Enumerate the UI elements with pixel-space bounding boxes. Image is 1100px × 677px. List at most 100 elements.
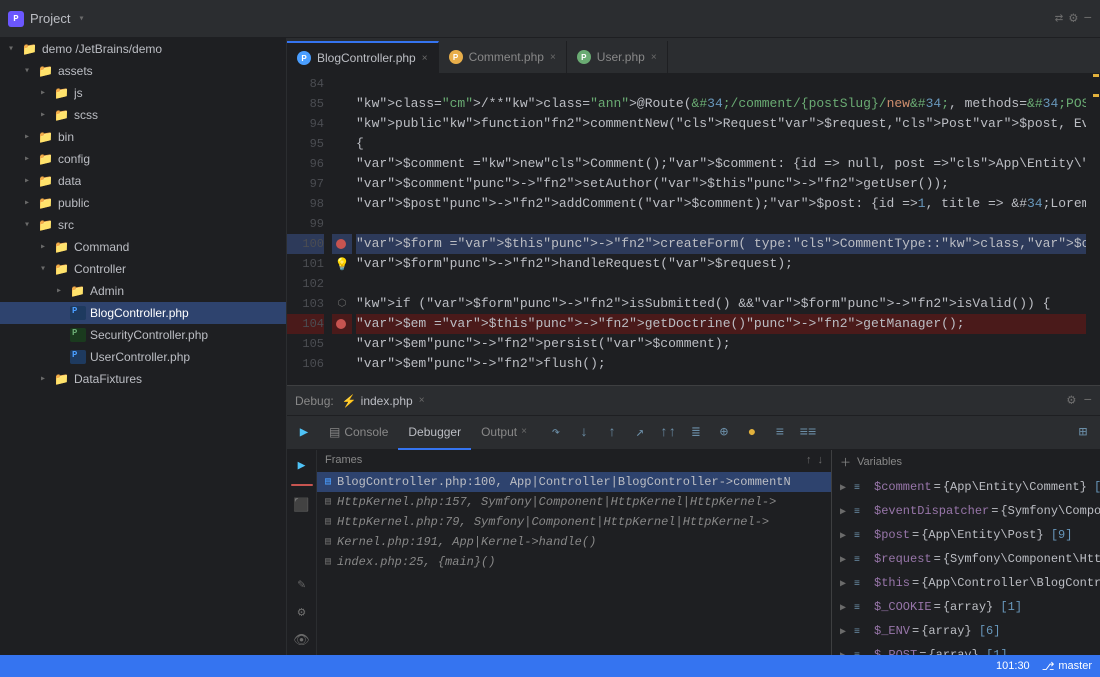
var-item-7[interactable]: ▶ ≡ $_POST = {array} [1] — [832, 644, 1100, 655]
status-line-col[interactable]: 101:30 — [996, 660, 1030, 672]
line-number-95: 95 — [287, 134, 324, 154]
var-item-0[interactable]: ▶ ≡ $comment = {App\Entity\Comment} [5] — [832, 476, 1100, 500]
frames-title: Frames — [325, 454, 362, 466]
sidebar-item-6[interactable]: ▸ 📁 data — [0, 170, 286, 192]
arrow-icon: ▸ — [24, 175, 38, 187]
tab-close-comment[interactable]: × — [550, 52, 556, 63]
gutter-icon-103: ⬡ — [338, 298, 347, 310]
line-number-94: 94 — [287, 114, 324, 134]
debug-play-btn[interactable]: ▶ — [291, 420, 317, 446]
var-item-1[interactable]: ▶ ≡ $eventDispatcher = {Symfony\Componen… — [832, 500, 1100, 524]
var-arrow-5[interactable]: ▶ — [840, 600, 854, 618]
all-breakpoints-icon[interactable]: ≡≡ — [795, 420, 821, 446]
sidebar-item-3[interactable]: ▸ 📁 scss — [0, 104, 286, 126]
var-item-4[interactable]: ▶ ≡ $this = {App\Controller\BlogControll… — [832, 572, 1100, 596]
frames-up-icon[interactable]: ↑ — [806, 454, 812, 466]
breakpoint-dot-100[interactable] — [336, 239, 346, 249]
tab-user[interactable]: P User.php × — [567, 41, 668, 73]
gutter: 💡⬡ — [332, 74, 352, 385]
split-icon[interactable]: ⇄ — [1055, 10, 1063, 27]
code-line-95: { — [356, 134, 1086, 154]
tab-close-blog[interactable]: × — [422, 53, 428, 64]
code-line-85: "kw">class="cm">/** "kw">class="ann">@Ro… — [356, 94, 1086, 114]
tab-output[interactable]: Output × — [471, 416, 537, 450]
tab-console[interactable]: ▤ Console — [319, 416, 398, 450]
debug-gear-btn[interactable]: ⚙ — [291, 601, 313, 623]
var-name-4: $this — [874, 574, 910, 592]
sidebar-item-12[interactable]: P BlogController.php — [0, 302, 286, 324]
tab-debugger[interactable]: Debugger — [398, 416, 471, 450]
var-arrow-6[interactable]: ▶ — [840, 624, 854, 642]
sidebar-item-13[interactable]: P SecurityController.php — [0, 324, 286, 346]
watch-icon[interactable]: ● — [739, 420, 765, 446]
status-branch[interactable]: ⎇ master — [1042, 660, 1092, 673]
debug-mute-btn[interactable]: ⬛ — [291, 494, 313, 516]
sidebar-item-2[interactable]: ▸ 📁 js — [0, 82, 286, 104]
frame-item-3[interactable]: ▤ Kernel.php:191, App|Kernel->handle() — [317, 532, 831, 552]
line-col-text: 101:30 — [996, 660, 1030, 672]
sidebar-item-10[interactable]: ▾ 📁 Controller — [0, 258, 286, 280]
frame-item-2[interactable]: ▤ HttpKernel.php:79, Symfony|Component|H… — [317, 512, 831, 532]
code-editor[interactable]: 8485949596979899100101102103104105106 💡⬡… — [287, 74, 1100, 385]
step-up-icon[interactable]: ↑↑ — [655, 420, 681, 446]
var-item-5[interactable]: ▶ ≡ $_COOKIE = {array} [1] — [832, 596, 1100, 620]
debug-edit-btn[interactable]: ✎ — [291, 573, 313, 595]
debug-settings-icon[interactable]: ⚙ — [1067, 392, 1075, 409]
sidebar-item-0[interactable]: ▾ 📁 demo /JetBrains/demo — [0, 38, 286, 60]
var-arrow-3[interactable]: ▶ — [840, 552, 854, 570]
settings-icon[interactable]: ⚙ — [1069, 10, 1077, 27]
arrow-icon: ▸ — [40, 373, 54, 385]
debug-file-tab[interactable]: ⚡ index.php × — [342, 394, 425, 408]
sidebar-item-7[interactable]: ▸ 📁 public — [0, 192, 286, 214]
var-arrow-2[interactable]: ▶ — [840, 528, 854, 546]
frame-item-1[interactable]: ▤ HttpKernel.php:157, Symfony|Component|… — [317, 492, 831, 512]
project-dropdown-arrow[interactable]: ▾ — [78, 13, 84, 25]
sidebar-item-1[interactable]: ▾ 📁 assets — [0, 60, 286, 82]
minimize-icon[interactable]: − — [1084, 11, 1092, 27]
breakpoints-icon[interactable]: ≡ — [767, 420, 793, 446]
debug-file-close[interactable]: × — [419, 395, 425, 406]
var-item-2[interactable]: ▶ ≡ $post = {App\Entity\Post} [9] — [832, 524, 1100, 548]
sidebar: ▾ 📁 demo /JetBrains/demo ▾ 📁 assets ▸ 📁 … — [0, 38, 287, 655]
tab-close-user[interactable]: × — [651, 52, 657, 63]
tab-output-close[interactable]: × — [521, 426, 527, 437]
frames-down-icon[interactable]: ↓ — [818, 454, 824, 466]
debug-minimize-icon[interactable]: − — [1084, 393, 1092, 409]
sidebar-item-9[interactable]: ▸ 📁 Command — [0, 236, 286, 258]
frame-item-0[interactable]: ▤ BlogController.php:100, App|Controller… — [317, 472, 831, 492]
folder-icon: 📁 — [38, 130, 54, 144]
var-item-3[interactable]: ▶ ≡ $request = {Symfony\Component\HttpFo… — [832, 548, 1100, 572]
variables-icon[interactable]: ⊕ — [711, 420, 737, 446]
step-over-icon[interactable]: ↷ — [543, 420, 569, 446]
sidebar-item-11[interactable]: ▸ 📁 Admin — [0, 280, 286, 302]
var-arrow-4[interactable]: ▶ — [840, 576, 854, 594]
frames-icon[interactable]: ≣ — [683, 420, 709, 446]
var-item-6[interactable]: ▶ ≡ $_ENV = {array} [6] — [832, 620, 1100, 644]
code-content[interactable]: "kw">class="cm">/** "kw">class="ann">@Ro… — [352, 74, 1086, 385]
sidebar-item-label: Admin — [90, 284, 124, 298]
tab-blog[interactable]: P BlogController.php × — [287, 41, 439, 73]
run-to-cursor-icon[interactable]: ↗ — [627, 420, 653, 446]
debug-nav-tabs: ▤ Console Debugger Output × — [319, 416, 537, 450]
gutter-item-103: ⬡ — [332, 294, 352, 314]
sidebar-item-4[interactable]: ▸ 📁 bin — [0, 126, 286, 148]
variables-add-icon[interactable]: ＋ — [840, 454, 851, 470]
sidebar-item-15[interactable]: ▸ 📁 DataFixtures — [0, 368, 286, 390]
project-icon: P — [8, 11, 24, 27]
step-into-icon[interactable]: ↓ — [571, 420, 597, 446]
var-arrow-7[interactable]: ▶ — [840, 648, 854, 655]
sidebar-item-8[interactable]: ▾ 📁 src — [0, 214, 286, 236]
breakpoint-dot-104[interactable] — [336, 319, 346, 329]
tab-comment[interactable]: P Comment.php × — [439, 41, 567, 73]
debug-run-btn[interactable]: ▶ — [291, 454, 313, 476]
frame-item-4[interactable]: ▤ index.php:25, {main}() — [317, 552, 831, 572]
tab-label-comment: Comment.php — [469, 50, 544, 64]
sidebar-item-5[interactable]: ▸ 📁 config — [0, 148, 286, 170]
step-out-icon[interactable]: ↑ — [599, 420, 625, 446]
var-arrow-0[interactable]: ▶ — [840, 480, 854, 498]
cameras-icon[interactable]: ⊞ — [1070, 420, 1096, 446]
bulb-icon-101[interactable]: 💡 — [335, 257, 350, 272]
var-arrow-1[interactable]: ▶ — [840, 504, 854, 522]
debug-eye-btn[interactable]: 👁 — [291, 629, 313, 651]
sidebar-item-14[interactable]: P UserController.php — [0, 346, 286, 368]
